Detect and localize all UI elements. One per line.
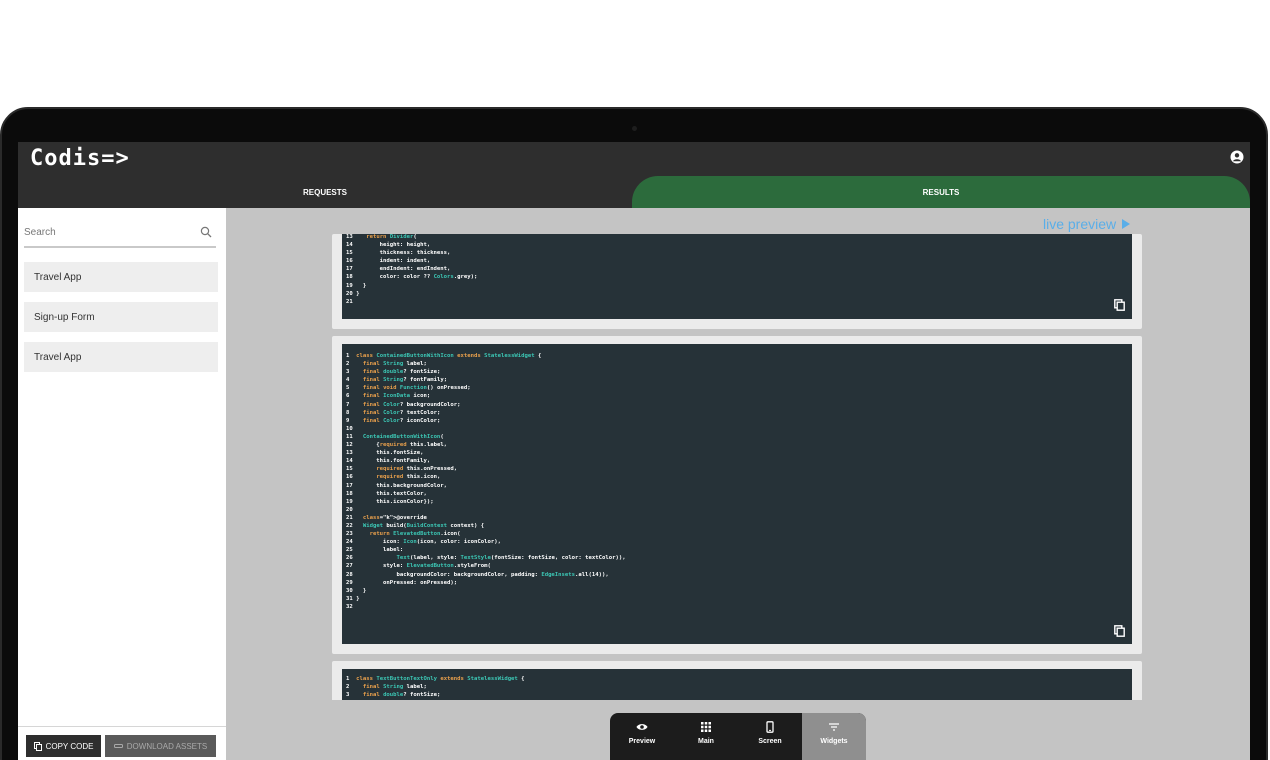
search-input[interactable]	[24, 222, 184, 242]
nav-screen[interactable]: Screen	[738, 713, 802, 760]
download-icon	[113, 744, 123, 748]
top-bar: Codis=> REQUESTS RESULTS	[18, 142, 1250, 208]
nav-preview-label: Preview	[628, 738, 656, 745]
code-block-1: 13 return Divider( 14 height: height, 15…	[342, 234, 1132, 319]
copy-icon	[33, 741, 42, 751]
download-assets-label: DOWNLOAD ASSETS	[126, 741, 208, 751]
code-panel-3: 1 class TextButtonTextOnly extends State…	[332, 661, 1142, 700]
search-icon[interactable]	[200, 226, 212, 238]
search-box	[24, 218, 216, 248]
code-text-2: 1 class ContainedButtonWithIcon extends …	[346, 353, 626, 610]
copy-code-button[interactable]: COPY CODE	[26, 735, 101, 757]
nav-widgets[interactable]: Widgets	[802, 713, 866, 760]
bottom-nav: Preview Main Screen Widgets	[610, 713, 866, 760]
phone-icon	[766, 721, 774, 733]
tab-results[interactable]: RESULTS	[632, 176, 1250, 208]
app-screen: Codis=> REQUESTS RESULTS Travel App Sign…	[18, 142, 1250, 760]
nav-widgets-label: Widgets	[820, 738, 848, 745]
code-panel-1: 13 return Divider( 14 height: height, 15…	[332, 234, 1142, 329]
eye-icon	[636, 724, 648, 730]
code-block-2: 1 class ContainedButtonWithIcon extends …	[342, 344, 1132, 644]
code-block-3: 1 class TextButtonTextOnly extends State…	[342, 669, 1132, 700]
nav-screen-label: Screen	[758, 738, 782, 745]
filter-icon	[829, 723, 839, 731]
play-icon	[1122, 219, 1131, 229]
sidebar-actions: COPY CODE DOWNLOAD ASSETS	[18, 726, 226, 760]
camera-dot	[632, 126, 637, 131]
live-preview-link[interactable]: live preview	[1043, 216, 1131, 232]
project-item-travel-app[interactable]: Travel App	[24, 262, 218, 292]
project-item-travel-app-2[interactable]: Travel App	[24, 342, 218, 372]
code-panel-2: 1 class ContainedButtonWithIcon extends …	[332, 336, 1142, 654]
tab-requests[interactable]: REQUESTS	[18, 176, 632, 208]
copy-code-label: COPY CODE	[45, 741, 94, 751]
app-logo: Codis=>	[30, 146, 130, 171]
copy-icon[interactable]	[1114, 299, 1125, 311]
nav-main[interactable]: Main	[674, 713, 738, 760]
nav-main-label: Main	[698, 738, 714, 745]
code-text-1: 13 return Divider( 14 height: height, 15…	[346, 234, 478, 305]
grid-icon	[701, 722, 711, 732]
copy-icon[interactable]	[1114, 625, 1125, 637]
project-item-sign-up-form[interactable]: Sign-up Form	[24, 302, 218, 332]
download-assets-button[interactable]: DOWNLOAD ASSETS	[105, 735, 216, 757]
live-preview-label: live preview	[1043, 216, 1117, 232]
sidebar: Travel App Sign-up Form Travel App COPY …	[18, 208, 226, 760]
code-results: 13 return Divider( 14 height: height, 15…	[332, 234, 1142, 700]
user-circle-icon[interactable]	[1230, 150, 1244, 164]
nav-preview[interactable]: Preview	[610, 713, 674, 760]
code-text-3: 1 class TextButtonTextOnly extends State…	[346, 676, 525, 699]
